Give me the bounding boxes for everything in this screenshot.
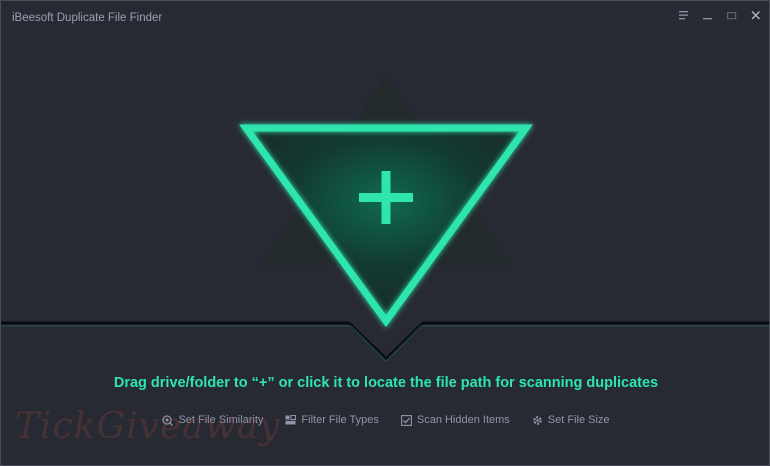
app-window: iBeesoft Duplicate File Finder Drag driv… bbox=[0, 0, 770, 466]
divider-line bbox=[1, 321, 769, 362]
scan-options: Set File Similarity Filter File Types Sc… bbox=[1, 414, 769, 426]
file-types-icon bbox=[285, 415, 297, 425]
option-label: Filter File Types bbox=[301, 414, 379, 426]
drop-stage bbox=[1, 74, 769, 362]
watermark-text: TickGiveaway bbox=[15, 406, 281, 447]
gear-icon bbox=[532, 415, 542, 425]
set-file-size-option[interactable]: Set File Size bbox=[532, 414, 610, 426]
checkbox-icon bbox=[400, 414, 412, 426]
set-file-similarity-option[interactable]: Set File Similarity bbox=[162, 414, 263, 426]
add-folder-button[interactable] bbox=[239, 124, 533, 327]
scan-hidden-items-option[interactable]: Scan Hidden Items bbox=[400, 414, 510, 426]
instruction-text: Drag drive/folder to “+” or click it to … bbox=[113, 375, 659, 391]
option-label: Scan Hidden Items bbox=[416, 414, 510, 426]
similarity-icon bbox=[162, 414, 174, 426]
option-label: Set File Size bbox=[547, 414, 610, 426]
option-label: Set File Similarity bbox=[178, 414, 264, 426]
filter-file-types-option[interactable]: Filter File Types bbox=[285, 414, 379, 426]
